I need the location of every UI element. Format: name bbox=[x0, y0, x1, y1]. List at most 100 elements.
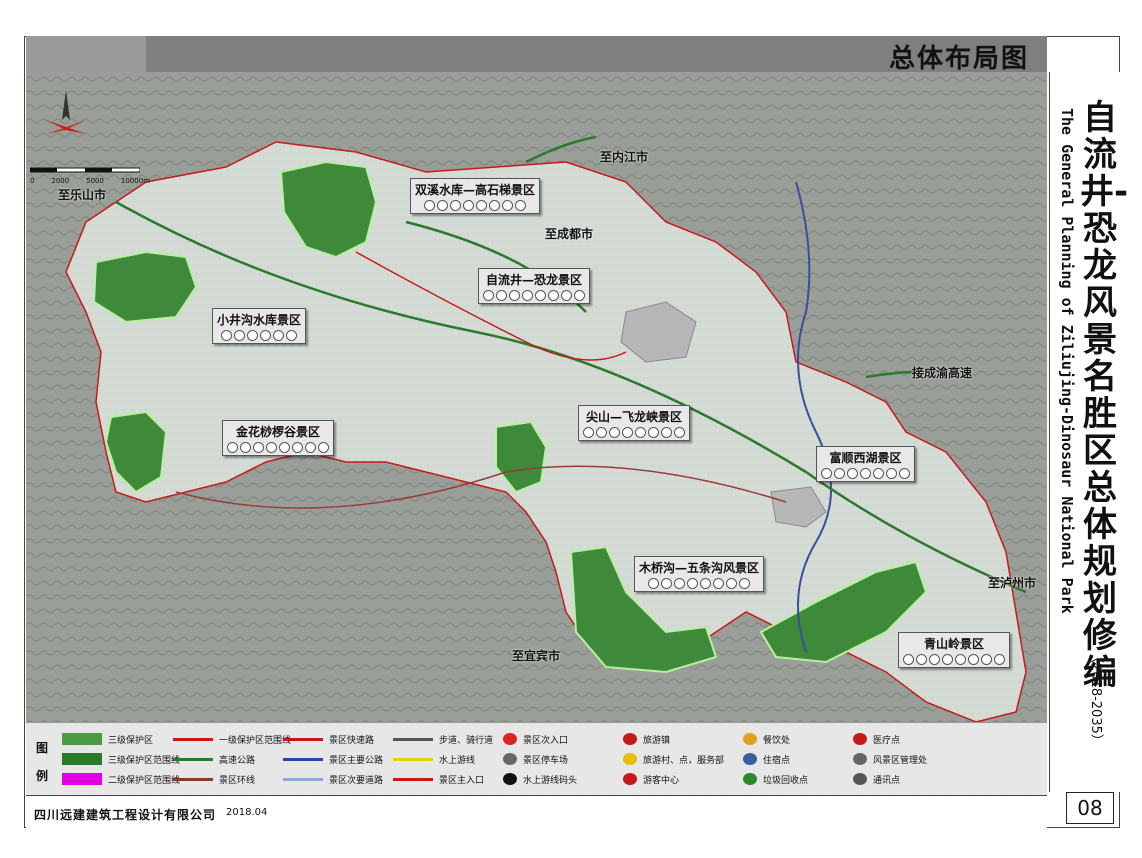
legend-label: 景区停车场 bbox=[523, 755, 569, 766]
legend-swatch bbox=[853, 733, 867, 745]
scale-bar: 0 2000 5000 10000m bbox=[29, 165, 150, 185]
legend-swatch bbox=[393, 777, 433, 781]
legend-label: 景区主要公路 bbox=[329, 755, 384, 766]
legend-item: 景区快速路 bbox=[283, 731, 374, 747]
legend-label: 高速公路 bbox=[219, 755, 256, 766]
legend-item: 一级保护区范围线 bbox=[173, 731, 291, 747]
legend-swatch bbox=[173, 757, 213, 761]
plan-date: 2018.04 bbox=[226, 807, 268, 818]
legend-item: 水上游线码头 bbox=[503, 771, 577, 787]
legend-item: 景区主要公路 bbox=[283, 751, 383, 767]
callout-jianshan[interactable]: 尖山—飞龙峡景区 bbox=[578, 405, 690, 441]
legend-swatch bbox=[173, 777, 213, 781]
legend-item: 餐饮处 bbox=[743, 731, 790, 747]
legend-item: 景区次要道路 bbox=[283, 771, 383, 787]
plan-title: 自流井-恐龙风景名胜区总体规划修编 bbox=[1080, 98, 1129, 693]
legend-item: 住宿点 bbox=[743, 751, 790, 767]
place-luzhou: 至泸州市 bbox=[988, 576, 1037, 590]
place-leshan: 至乐山市 bbox=[58, 188, 107, 202]
area-name: 双溪水库—高石梯景区 bbox=[415, 183, 536, 197]
area-name: 金花桫椤谷景区 bbox=[235, 425, 320, 439]
scale-label: 5000 bbox=[86, 177, 104, 185]
legend-label: 医疗点 bbox=[873, 735, 901, 746]
legend-swatch bbox=[623, 773, 637, 785]
legend: 图 例 三级保护区 一级保护区范围线 景区快速路 步道、骑行道 景区次入口 旅游镇 餐饮处 医… bbox=[26, 722, 1047, 796]
legend-item: 旅游村、点，服务部 bbox=[623, 751, 724, 767]
area-icons bbox=[821, 468, 910, 479]
legend-swatch bbox=[283, 777, 323, 781]
legend-swatch bbox=[623, 753, 637, 765]
legend-label: 水上游线码头 bbox=[523, 775, 578, 786]
footer: 四川远建建筑工程设计有限公司 2018.04 bbox=[26, 795, 1047, 829]
legend-label: 垃圾回收点 bbox=[763, 775, 809, 786]
area-icons bbox=[903, 654, 1005, 665]
place-chengdu: 至成都市 bbox=[545, 227, 594, 241]
page-number: 08 bbox=[1066, 792, 1114, 824]
map-sheet: 总体布局图 0 2000 5000 10000m 至乐山市 至内江市 至成都市 … bbox=[0, 0, 1142, 858]
legend-swatch bbox=[743, 733, 757, 745]
callout-shuangxi[interactable]: 双溪水库—高石梯景区 bbox=[410, 178, 541, 214]
callout-qingshanling[interactable]: 青山岭景区 bbox=[898, 632, 1010, 668]
legend-label: 住宿点 bbox=[763, 755, 791, 766]
legend-title: 例 bbox=[36, 769, 49, 783]
area-icons bbox=[217, 330, 301, 341]
legend-swatch bbox=[853, 773, 867, 785]
legend-title: 图 bbox=[36, 741, 49, 755]
legend-label: 二级保护区范围线 bbox=[108, 775, 181, 786]
legend-item: 高速公路 bbox=[173, 751, 255, 767]
area-icons bbox=[483, 290, 585, 301]
legend-label: 景区主入口 bbox=[439, 775, 485, 786]
legend-label: 三级保护区范围线 bbox=[108, 755, 181, 766]
legend-item: 水上游线 bbox=[393, 751, 475, 767]
scale-label: 2000 bbox=[51, 177, 70, 185]
callout-ziliujing[interactable]: 自流井—恐龙景区 bbox=[478, 268, 590, 304]
area-name: 青山岭景区 bbox=[923, 637, 984, 651]
legend-swatch bbox=[853, 753, 867, 765]
legend-item: 风景区管理处 bbox=[853, 751, 927, 767]
legend-item: 景区主入口 bbox=[393, 771, 484, 787]
legend-swatch bbox=[393, 737, 433, 741]
legend-swatch bbox=[623, 733, 637, 745]
legend-label: 步道、骑行道 bbox=[439, 735, 494, 746]
legend-label: 游客中心 bbox=[643, 775, 680, 786]
callout-jinhua[interactable]: 金花桫椤谷景区 bbox=[222, 420, 334, 456]
legend-swatch bbox=[62, 773, 102, 785]
place-yibin: 至宜宾市 bbox=[512, 649, 561, 663]
legend-swatch bbox=[743, 753, 757, 765]
scale-label: 0 bbox=[30, 177, 35, 185]
plan-title-en-text: The General Planning of Ziliujing-Dinosa… bbox=[1058, 108, 1076, 614]
company-name: 四川远建建筑工程设计有限公司 bbox=[34, 808, 217, 822]
legend-label: 旅游镇 bbox=[643, 735, 671, 746]
legend-swatch bbox=[503, 773, 517, 785]
legend-item: 通讯点 bbox=[853, 771, 900, 787]
place-chengyu: 接成渝高速 bbox=[912, 366, 973, 380]
area-name: 富顺西湖景区 bbox=[829, 451, 902, 465]
plan-years: （2018-2035） bbox=[1088, 650, 1103, 747]
legend-label: 景区环线 bbox=[219, 775, 256, 786]
scale-label: 10000m bbox=[120, 177, 150, 185]
legend-item: 景区次入口 bbox=[503, 731, 568, 747]
legend-item: 二级保护区范围线 bbox=[62, 771, 180, 787]
legend-item: 游客中心 bbox=[623, 771, 679, 787]
place-neijiang: 至内江市 bbox=[600, 150, 649, 164]
area-icons bbox=[415, 200, 535, 211]
legend-swatch bbox=[503, 733, 517, 745]
legend-swatch bbox=[743, 773, 757, 785]
zone-xiaojinggou bbox=[92, 250, 198, 324]
legend-label: 风景区管理处 bbox=[873, 755, 928, 766]
callout-muqiaogou[interactable]: 木桥沟—五条沟风景区 bbox=[634, 556, 765, 592]
legend-item: 三级保护区范围线 bbox=[62, 751, 180, 767]
legend-label: 旅游村、点，服务部 bbox=[643, 755, 725, 766]
legend-swatch bbox=[173, 737, 213, 741]
legend-swatch bbox=[283, 757, 323, 761]
legend-swatch bbox=[283, 737, 323, 741]
north-arrow-icon bbox=[36, 90, 96, 164]
callout-fushun[interactable]: 富顺西湖景区 bbox=[816, 446, 915, 482]
title-bar-strip bbox=[26, 36, 146, 72]
legend-label: 餐饮处 bbox=[763, 735, 791, 746]
legend-label: 景区次入口 bbox=[523, 735, 569, 746]
area-icons bbox=[639, 578, 759, 589]
callout-xiaojinggou[interactable]: 小井沟水库景区 bbox=[212, 308, 307, 344]
legend-swatch bbox=[62, 733, 102, 745]
legend-item: 医疗点 bbox=[853, 731, 900, 747]
